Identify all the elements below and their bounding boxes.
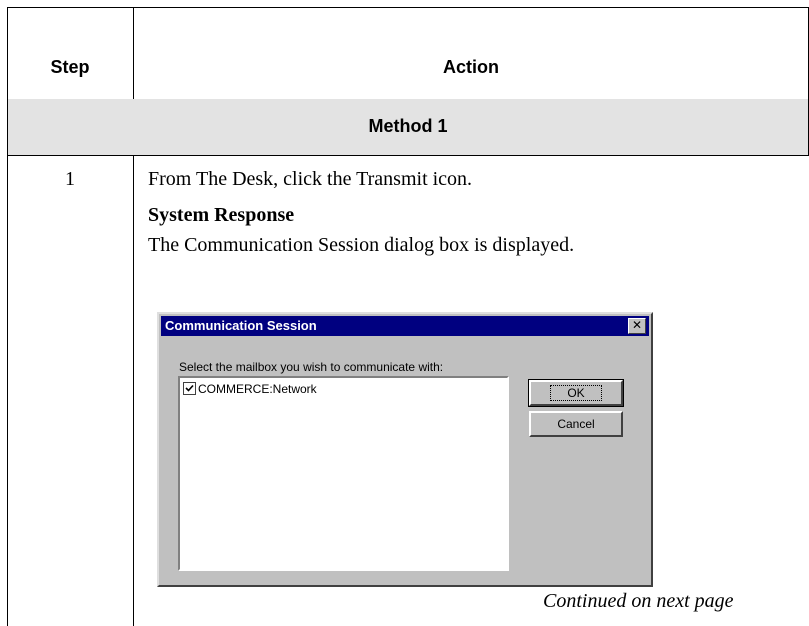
mailbox-list[interactable]: COMMERCE:Network xyxy=(178,376,509,571)
method-label: Method 1 xyxy=(368,116,448,136)
header-action: Action xyxy=(443,57,499,77)
ok-button[interactable]: OK xyxy=(528,379,624,407)
system-response-heading: System Response xyxy=(148,204,295,226)
ok-label: OK xyxy=(550,385,602,401)
system-response-text: The Communication Session dialog box is … xyxy=(148,234,575,256)
close-icon[interactable]: ✕ xyxy=(628,318,646,334)
column-divider-body xyxy=(133,155,134,626)
dialog-title: Communication Session xyxy=(165,318,317,333)
header-step: Step xyxy=(50,57,90,77)
dialog-title-bar[interactable]: Communication Session ✕ xyxy=(161,316,649,336)
communication-session-dialog: Communication Session ✕ Select the mailb… xyxy=(157,312,653,587)
step-instruction: From The Desk, click the Transmit icon. xyxy=(148,168,473,190)
procedure-table: Method 1 Step Action 1 From The Desk, cl… xyxy=(7,7,809,626)
continued-note: Continued on next page xyxy=(543,590,734,612)
list-item[interactable]: COMMERCE:Network xyxy=(183,381,317,396)
checkbox-checked-icon[interactable] xyxy=(183,382,196,395)
method-band: Method 1 xyxy=(8,99,808,155)
step-number: 1 xyxy=(65,168,75,190)
cancel-button[interactable]: Cancel xyxy=(529,411,623,437)
table-border-top xyxy=(7,7,809,8)
method-row-divider xyxy=(7,155,809,156)
mailbox-label: COMMERCE:Network xyxy=(198,381,317,396)
mailbox-prompt: Select the mailbox you wish to communica… xyxy=(179,360,444,374)
